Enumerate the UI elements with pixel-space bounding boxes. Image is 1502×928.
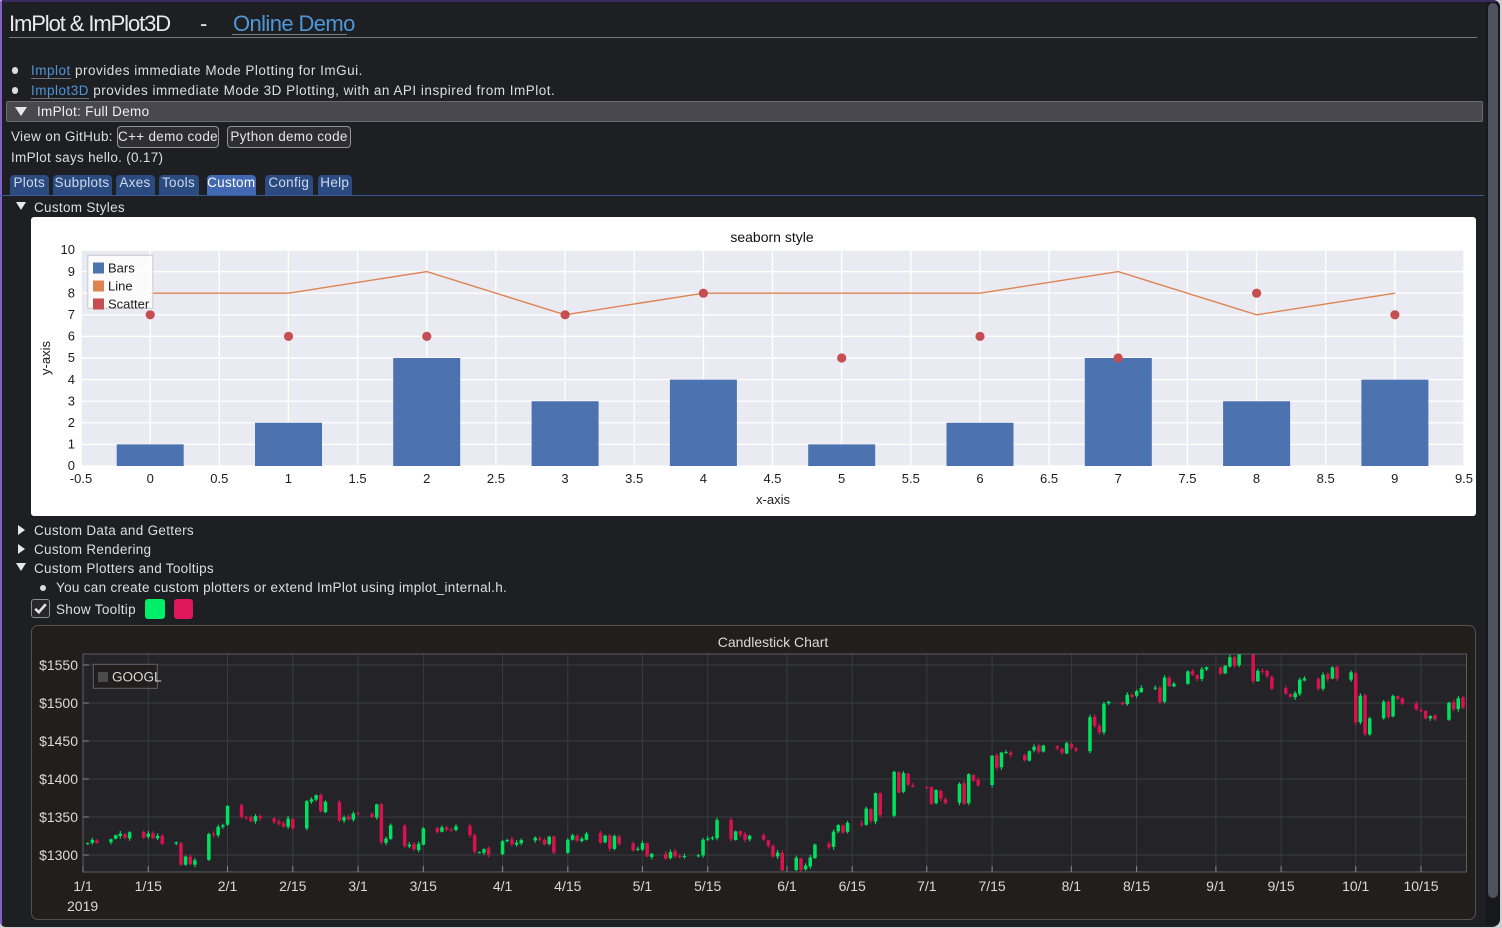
svg-text:1/1: 1/1 bbox=[73, 878, 93, 894]
svg-text:1/15: 1/15 bbox=[135, 878, 162, 894]
svg-text:4.5: 4.5 bbox=[763, 471, 781, 486]
svg-text:x-axis: x-axis bbox=[756, 492, 790, 507]
svg-text:9: 9 bbox=[1391, 471, 1398, 486]
svg-text:2019: 2019 bbox=[67, 898, 98, 914]
svg-text:seaborn style: seaborn style bbox=[730, 229, 813, 245]
svg-text:8/1: 8/1 bbox=[1062, 878, 1082, 894]
svg-text:1.5: 1.5 bbox=[349, 471, 367, 486]
svg-text:3: 3 bbox=[68, 393, 75, 408]
svg-text:8.5: 8.5 bbox=[1317, 471, 1335, 486]
svg-text:3/1: 3/1 bbox=[348, 878, 368, 894]
svg-text:$1400: $1400 bbox=[39, 771, 78, 787]
svg-text:2.5: 2.5 bbox=[487, 471, 505, 486]
svg-text:$1300: $1300 bbox=[39, 847, 78, 863]
svg-text:$1550: $1550 bbox=[39, 657, 78, 673]
svg-text:4/15: 4/15 bbox=[554, 878, 581, 894]
svg-text:6: 6 bbox=[68, 329, 75, 344]
svg-text:9.5: 9.5 bbox=[1455, 471, 1473, 486]
svg-text:7/1: 7/1 bbox=[917, 878, 937, 894]
svg-text:2: 2 bbox=[423, 471, 430, 486]
svg-text:6/1: 6/1 bbox=[777, 878, 797, 894]
svg-text:GOOGL: GOOGL bbox=[112, 670, 162, 685]
svg-text:7: 7 bbox=[68, 307, 75, 322]
svg-text:10: 10 bbox=[61, 242, 75, 257]
svg-text:6: 6 bbox=[976, 471, 983, 486]
svg-text:4/1: 4/1 bbox=[493, 878, 513, 894]
svg-text:9: 9 bbox=[68, 264, 75, 279]
svg-text:6.5: 6.5 bbox=[1040, 471, 1058, 486]
svg-text:Scatter: Scatter bbox=[108, 297, 150, 312]
svg-text:3: 3 bbox=[561, 471, 568, 486]
svg-text:9/15: 9/15 bbox=[1267, 878, 1294, 894]
svg-text:4: 4 bbox=[700, 471, 707, 486]
svg-text:2: 2 bbox=[68, 415, 75, 430]
svg-text:7.5: 7.5 bbox=[1178, 471, 1196, 486]
svg-text:$1350: $1350 bbox=[39, 809, 78, 825]
svg-text:2/15: 2/15 bbox=[279, 878, 306, 894]
svg-text:5: 5 bbox=[838, 471, 845, 486]
svg-text:5.5: 5.5 bbox=[902, 471, 920, 486]
svg-text:10/1: 10/1 bbox=[1342, 878, 1369, 894]
svg-text:0: 0 bbox=[147, 471, 154, 486]
svg-text:4: 4 bbox=[68, 372, 75, 387]
svg-text:1: 1 bbox=[285, 471, 292, 486]
svg-text:$1500: $1500 bbox=[39, 695, 78, 711]
svg-text:y-axis: y-axis bbox=[38, 341, 53, 375]
svg-text:1: 1 bbox=[68, 437, 75, 452]
svg-text:6/15: 6/15 bbox=[839, 878, 866, 894]
svg-text:8: 8 bbox=[68, 285, 75, 300]
svg-text:10/15: 10/15 bbox=[1403, 878, 1438, 894]
svg-text:5: 5 bbox=[68, 350, 75, 365]
svg-text:7/15: 7/15 bbox=[978, 878, 1005, 894]
svg-text:-0.5: -0.5 bbox=[70, 471, 92, 486]
svg-text:9/1: 9/1 bbox=[1206, 878, 1226, 894]
svg-text:$1450: $1450 bbox=[39, 733, 78, 749]
svg-text:7: 7 bbox=[1115, 471, 1122, 486]
svg-text:Candlestick Chart: Candlestick Chart bbox=[718, 634, 829, 650]
svg-text:5/15: 5/15 bbox=[694, 878, 721, 894]
svg-text:8/15: 8/15 bbox=[1123, 878, 1150, 894]
svg-text:0.5: 0.5 bbox=[210, 471, 228, 486]
svg-text:3/15: 3/15 bbox=[410, 878, 437, 894]
svg-text:Bars: Bars bbox=[108, 261, 135, 276]
svg-text:8: 8 bbox=[1253, 471, 1260, 486]
svg-text:2/1: 2/1 bbox=[218, 878, 238, 894]
svg-text:Line: Line bbox=[108, 279, 133, 294]
svg-text:3.5: 3.5 bbox=[625, 471, 643, 486]
svg-text:5/1: 5/1 bbox=[633, 878, 653, 894]
